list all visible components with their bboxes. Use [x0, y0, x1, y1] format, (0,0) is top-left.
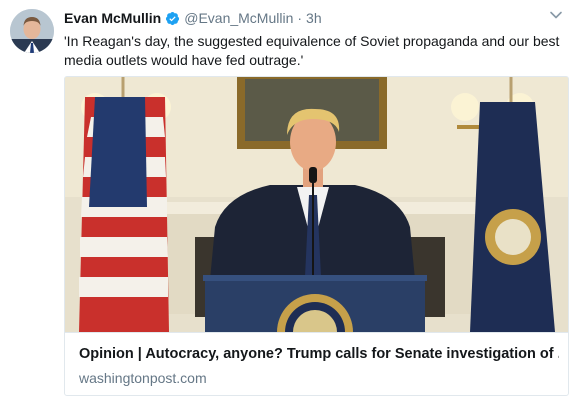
avatar[interactable]	[10, 9, 54, 53]
card-body[interactable]: Opinion | Autocracy, anyone? Trump calls…	[65, 332, 568, 395]
separator-dot: ·	[297, 10, 303, 26]
card-domain[interactable]: washingtonpost.com	[79, 370, 207, 386]
handle[interactable]: @Evan_McMullin	[184, 10, 293, 26]
timestamp[interactable]: 3h	[306, 10, 322, 26]
tweet-text: 'In Reagan's day, the suggested equivale…	[64, 33, 560, 68]
link-card[interactable]: Opinion | Autocracy, anyone? Trump calls…	[64, 76, 569, 396]
chevron-down-icon[interactable]	[549, 8, 563, 22]
card-image[interactable]	[65, 77, 568, 332]
tweet-header: Evan McMullin @Evan_McMullin · 3h	[64, 8, 541, 28]
card-title[interactable]: Opinion | Autocracy, anyone? Trump calls…	[79, 346, 559, 362]
display-name[interactable]: Evan McMullin	[64, 10, 161, 26]
verified-badge-icon	[165, 11, 180, 26]
